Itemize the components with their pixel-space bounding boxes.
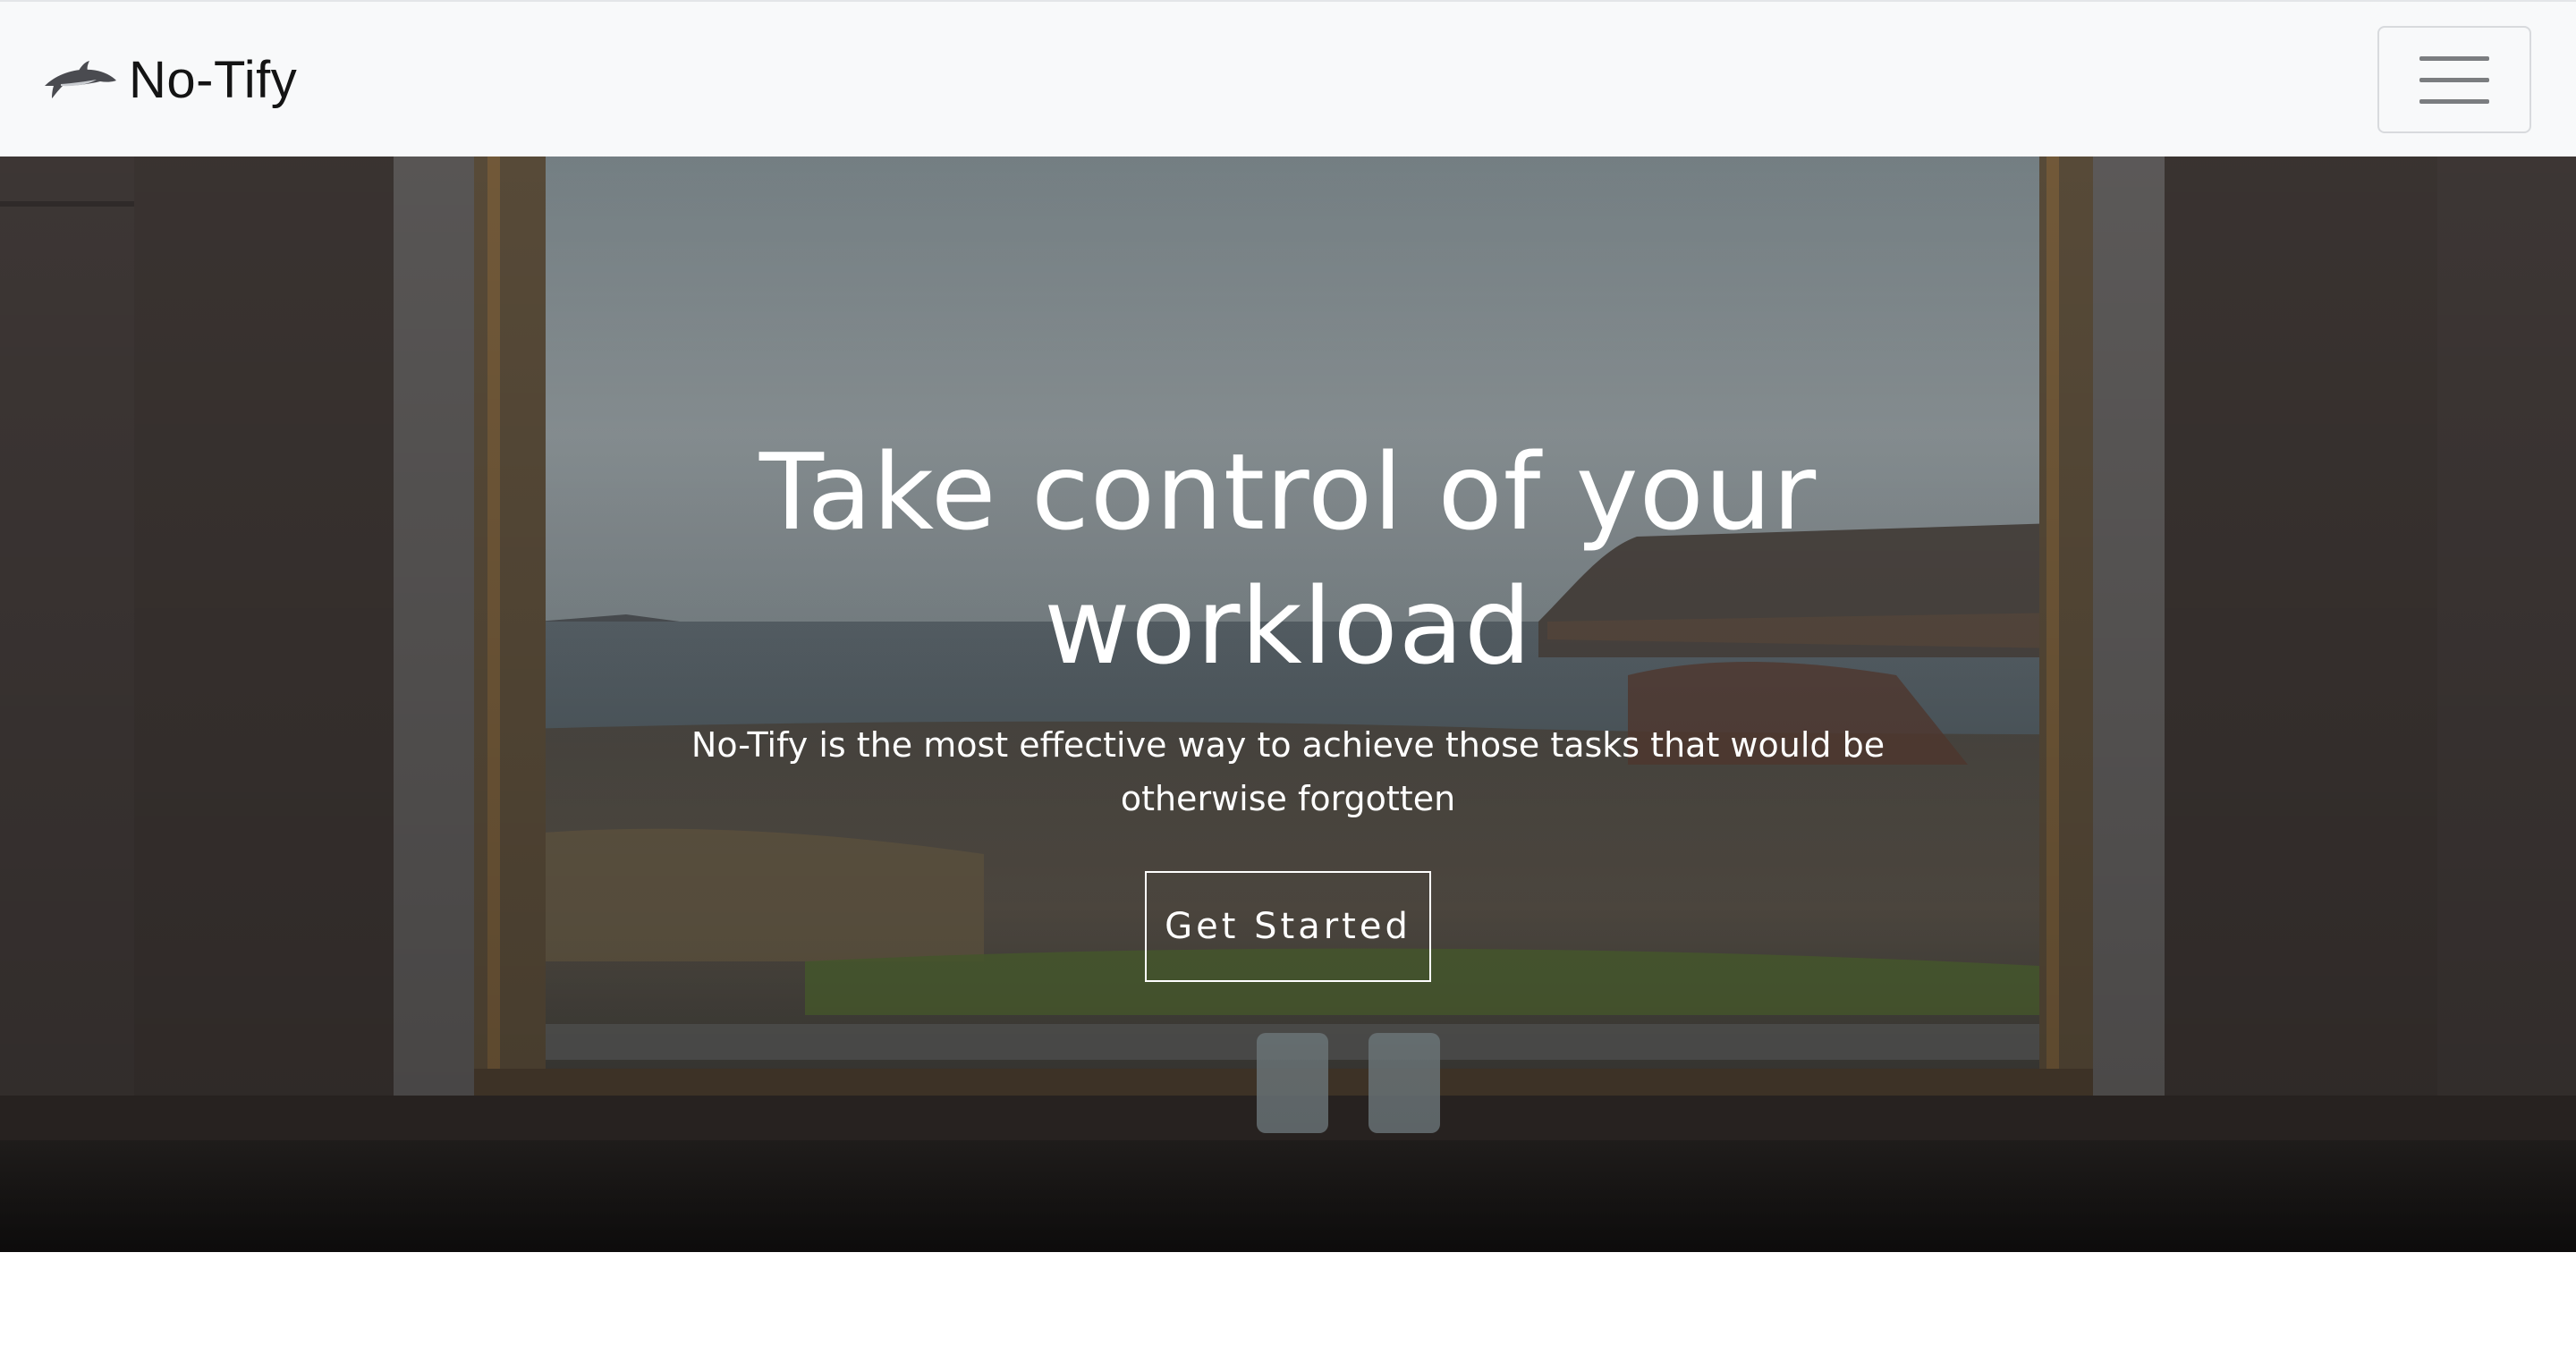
hero-section: Take control of your workload No-Tify is…: [0, 157, 2576, 1252]
hero-title: Take control of your workload: [758, 430, 1818, 688]
whale-icon: [45, 61, 116, 98]
menu-toggle-button[interactable]: [2377, 26, 2531, 133]
hero-content: Take control of your workload No-Tify is…: [0, 157, 2576, 1252]
hamburger-menu-icon-bar: [2419, 98, 2489, 104]
brand-link[interactable]: No-Tify: [43, 41, 297, 118]
hamburger-menu-icon-bar: [2419, 77, 2489, 82]
hero-subtitle: No-Tify is the most effective way to ach…: [691, 725, 1885, 818]
get-started-button[interactable]: Get Started: [1145, 871, 1431, 982]
brand-name: No-Tify: [129, 50, 298, 109]
navbar: No-Tify: [0, 0, 2576, 157]
content-section: [0, 1252, 2576, 1371]
hamburger-menu-icon: [2419, 55, 2489, 61]
